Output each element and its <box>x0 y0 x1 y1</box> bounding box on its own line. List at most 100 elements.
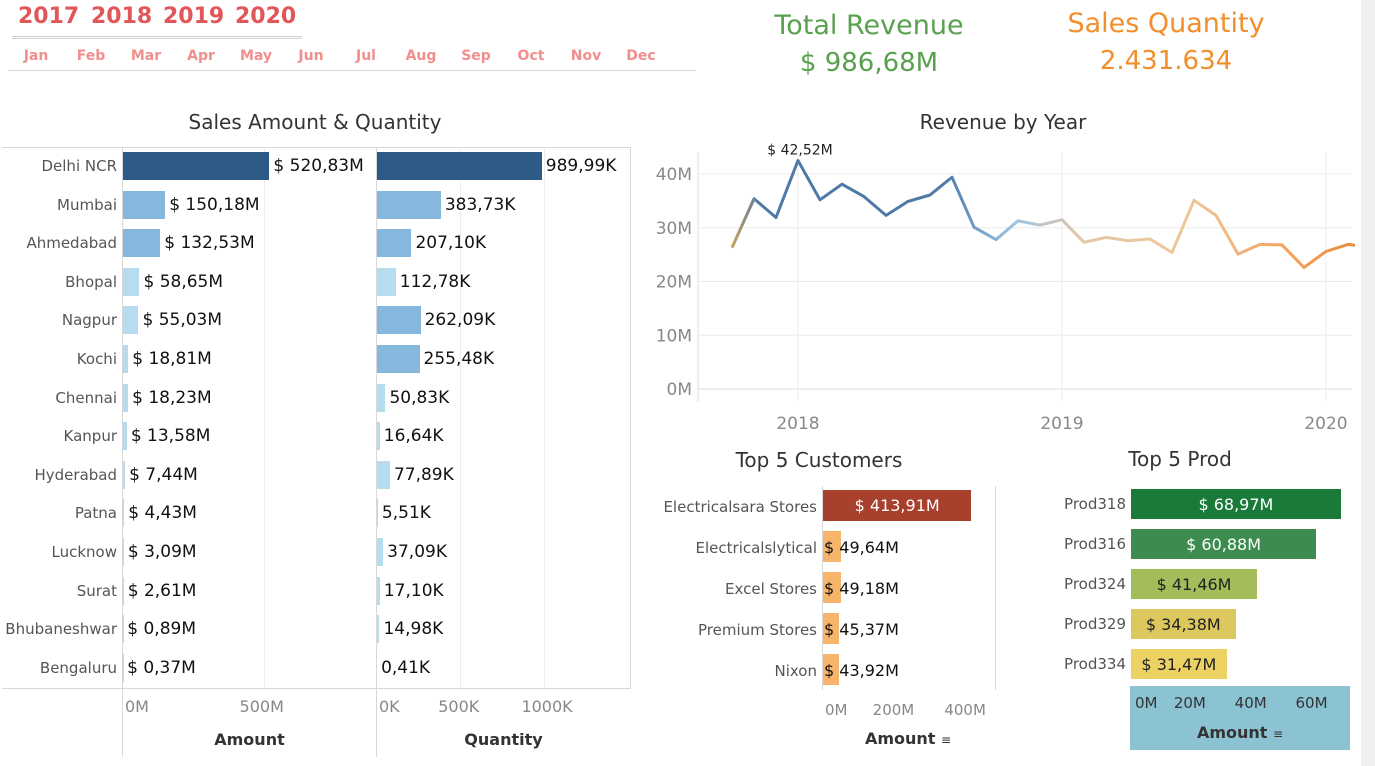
quantity-axis-tick: 500K <box>438 697 480 716</box>
product-axis-tick: 40M <box>1234 694 1267 712</box>
product-data-label: $ 68,97M <box>1198 495 1274 514</box>
amount-bar[interactable] <box>123 422 127 451</box>
quantity-data-label: 989,99K <box>545 156 617 176</box>
quantity-axis-title: Quantity <box>464 730 543 749</box>
quantity-gridline <box>460 147 461 687</box>
quantity-data-label: 207,10K <box>415 233 487 254</box>
customer-axis-tick: 400M <box>944 701 986 719</box>
sales-chart <box>2 147 631 689</box>
amount-bar[interactable] <box>123 383 129 412</box>
amount-bar[interactable] <box>123 345 129 373</box>
quantity-data-label: 14,98K <box>383 619 444 640</box>
x-axis-tick: 2020 <box>1304 414 1347 434</box>
year-2019[interactable]: 2019 <box>163 4 224 29</box>
quantity-bar[interactable] <box>377 229 412 258</box>
city-label: Nagpur <box>61 311 117 330</box>
quantity-bar[interactable] <box>377 306 421 335</box>
sales-chart-title: Sales Amount & Quantity <box>188 110 442 134</box>
sort-icon[interactable]: ≡ <box>941 733 951 747</box>
vertical-scrollbar[interactable] <box>1361 0 1375 766</box>
month-jul[interactable]: Jul <box>346 48 386 64</box>
quantity-data-label: 255,48K <box>423 349 495 369</box>
product-data-label: $ 60,88M <box>1186 535 1262 554</box>
month-jun[interactable]: Jun <box>291 48 331 64</box>
customers-chart-title: Top 5 Customers <box>735 448 903 472</box>
city-label: Ahmedabad <box>26 234 117 253</box>
products-axis-title[interactable]: Amount ≡ <box>1130 723 1350 742</box>
quantity-bar[interactable] <box>377 615 380 644</box>
quantity-bar[interactable] <box>377 422 380 451</box>
product-label: Prod329 <box>1064 615 1126 633</box>
amount-data-label: $ 2,61M <box>127 580 197 601</box>
y-axis-tick: 30M <box>656 219 692 239</box>
amount-bar[interactable] <box>123 190 166 219</box>
amount-bar[interactable] <box>123 499 125 528</box>
product-axis-tick: 20M <box>1173 694 1206 712</box>
quantity-bar[interactable] <box>377 383 386 412</box>
year-2018[interactable]: 2018 <box>91 4 152 29</box>
quantity-bar[interactable] <box>377 267 396 296</box>
quantity-data-label: 0,41K <box>381 657 431 678</box>
revenue-line-chart: 0M10M20M30M40M201820192020 $ 42,52M$ 14,… <box>656 142 1355 434</box>
amount-bar[interactable] <box>123 229 161 258</box>
product-axis-tick: 60M <box>1295 694 1328 712</box>
quantity-data-label: 77,89K <box>393 464 454 485</box>
quantity-bar[interactable] <box>377 345 420 373</box>
amount-data-label: $ 150,18M <box>169 194 260 215</box>
revenue-series-line[interactable] <box>730 159 1355 310</box>
amount-bar[interactable] <box>123 460 126 489</box>
quantity-data-label: 50,83K <box>389 387 450 408</box>
month-jan[interactable]: Jan <box>16 48 56 64</box>
amount-bar[interactable] <box>123 306 139 335</box>
revenue-chart-title: Revenue by Year <box>919 110 1087 134</box>
month-apr[interactable]: Apr <box>181 48 221 64</box>
amount-bar[interactable] <box>123 267 140 296</box>
sort-icon[interactable]: ≡ <box>1273 727 1283 741</box>
product-label: Prod318 <box>1064 495 1126 513</box>
amount-gridline <box>264 147 265 687</box>
quantity-bar[interactable] <box>377 538 384 566</box>
customer-axis-tick: 0M <box>825 701 848 719</box>
products-axis-label: Amount <box>1196 723 1268 742</box>
customer-label: Electricalsara Stores <box>663 498 817 516</box>
amount-data-label: $ 18,23M <box>132 387 212 408</box>
product-axis-tick: 0M <box>1135 694 1158 712</box>
quantity-bar[interactable] <box>377 576 380 605</box>
product-label: Prod324 <box>1064 575 1126 593</box>
city-label: Bhopal <box>65 272 117 291</box>
year-2017[interactable]: 2017 <box>18 4 79 29</box>
total-revenue-label: Total Revenue <box>774 10 964 41</box>
amount-bar[interactable] <box>123 538 124 566</box>
month-may[interactable]: May <box>236 48 276 64</box>
city-label: Kanpur <box>63 427 117 446</box>
year-2020[interactable]: 2020 <box>235 4 296 29</box>
city-label: Kochi <box>76 350 117 368</box>
customer-label: Excel Stores <box>725 580 817 598</box>
city-label: Chennai <box>55 388 117 407</box>
month-dec[interactable]: Dec <box>621 48 661 64</box>
month-aug[interactable]: Aug <box>401 48 441 64</box>
amount-bar[interactable] <box>123 576 124 605</box>
month-nov[interactable]: Nov <box>566 48 606 64</box>
quantity-data-label: 37,09K <box>387 542 447 562</box>
amount-data-label: $ 520,83M <box>273 156 364 176</box>
product-data-label: $ 31,47M <box>1141 655 1217 674</box>
month-mar[interactable]: Mar <box>126 48 166 64</box>
quantity-bar[interactable] <box>377 152 542 180</box>
y-axis-tick: 0M <box>667 380 692 400</box>
amount-bar[interactable] <box>123 152 270 180</box>
x-axis-tick: 2018 <box>776 414 819 434</box>
month-feb[interactable]: Feb <box>71 48 111 64</box>
city-label: Lucknow <box>51 543 118 561</box>
amount-data-label: $ 132,53M <box>164 233 255 254</box>
quantity-bar[interactable] <box>377 460 390 489</box>
quantity-axis-tick: 1000K <box>521 697 573 716</box>
quantity-bar[interactable] <box>377 190 441 219</box>
month-sep[interactable]: Sep <box>456 48 496 64</box>
point-annotation: $ 42,52M <box>767 142 833 158</box>
month-oct[interactable]: Oct <box>511 48 551 64</box>
city-label: Patna <box>74 504 117 523</box>
customers-axis-title[interactable]: Amount ≡ <box>822 729 994 748</box>
quantity-bar[interactable] <box>377 499 378 528</box>
city-label: Surat <box>76 581 117 600</box>
